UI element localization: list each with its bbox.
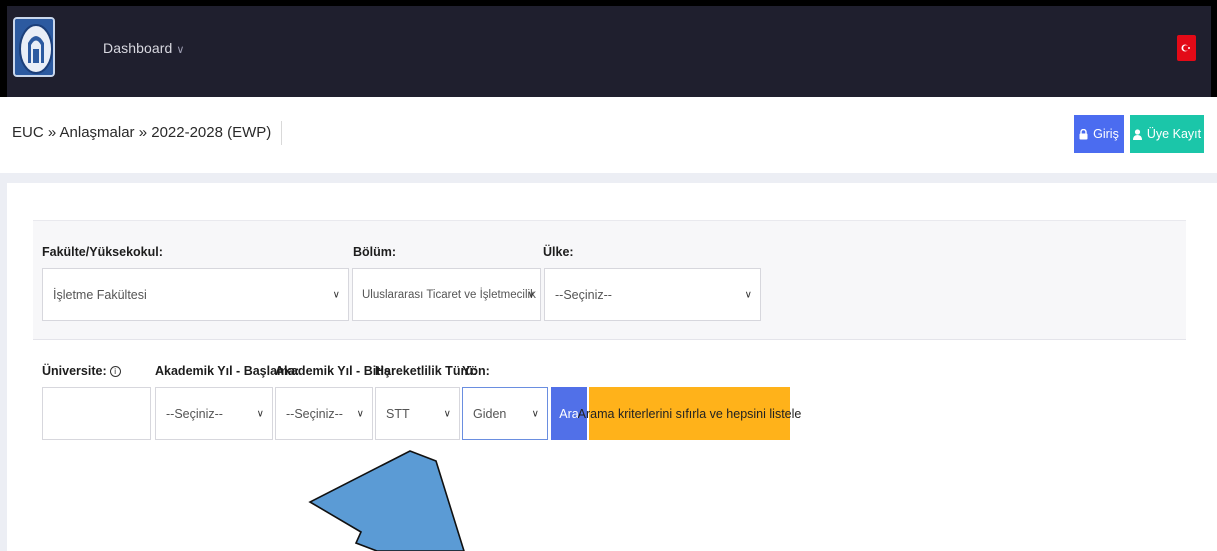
faculty-select-value: İşletme Fakültesi <box>53 287 147 302</box>
end-year-select-value: --Seçiniz-- <box>286 406 343 421</box>
navbar-inner <box>7 6 1211 97</box>
chevron-down-icon: ∨ <box>356 408 364 419</box>
info-icon[interactable]: i <box>109 366 121 377</box>
register-button[interactable]: Üye Kayıt <box>1130 115 1204 153</box>
chevron-down-icon: ∨ <box>443 408 451 419</box>
department-label: Bölüm: <box>353 245 397 259</box>
faculty-select[interactable]: İşletme Fakültesi ∨ <box>42 268 349 321</box>
mobility-type-select[interactable]: STT ∨ <box>375 387 460 440</box>
reset-and-list-all-button[interactable]: Arama kriterlerini sıfırla ve hepsini li… <box>578 387 801 440</box>
country-select-value: --Seçiniz-- <box>555 287 612 302</box>
start-year-select[interactable]: --Seçiniz-- ∨ <box>155 387 273 440</box>
mobility-type-select-value: STT <box>386 406 410 421</box>
chevron-down-icon: ∨ <box>256 408 264 419</box>
department-select-value: Uluslararası Ticaret ve İşletmecilik <box>362 288 536 301</box>
direction-label: Yön: <box>462 364 490 378</box>
university-input[interactable] <box>42 387 151 440</box>
breadcrumb: EUC » Anlaşmalar » 2022-2028 (EWP) <box>12 121 283 145</box>
direction-select-value: Giden <box>473 406 507 421</box>
login-label: Giriş <box>1093 127 1119 141</box>
university-label-text: Üniversite: <box>42 364 107 378</box>
user-icon <box>1132 128 1142 140</box>
chevron-down-icon: ∨ <box>176 44 185 56</box>
chevron-down-icon: ∨ <box>527 289 535 300</box>
end-year-select[interactable]: --Seçiniz-- ∨ <box>275 387 373 440</box>
register-label: Üye Kayıt <box>1146 127 1202 141</box>
department-select[interactable]: Uluslararası Ticaret ve İşletmecilik ∨ <box>352 268 541 321</box>
chevron-down-icon: ∨ <box>531 408 539 419</box>
turkish-flag-icon[interactable] <box>1177 35 1196 61</box>
start-year-select-value: --Seçiniz-- <box>166 406 223 421</box>
nav-dashboard[interactable]: Dashboard ∨ <box>103 40 185 56</box>
nav-dashboard-label: Dashboard <box>103 40 173 56</box>
chevron-down-icon: ∨ <box>332 289 340 300</box>
country-select[interactable]: --Seçiniz-- ∨ <box>544 268 761 321</box>
login-button[interactable]: Giriş <box>1074 115 1124 153</box>
breadcrumb-bar: EUC » Anlaşmalar » 2022-2028 (EWP) Giriş… <box>0 97 1217 173</box>
chevron-down-icon: ∨ <box>744 289 752 300</box>
university-label: Üniversite: i <box>42 364 121 378</box>
faculty-label: Fakülte/Yüksekokul: <box>42 245 163 259</box>
lock-icon <box>1079 128 1088 139</box>
direction-select[interactable]: Giden ∨ <box>462 387 548 440</box>
country-label: Ülke: <box>543 245 574 259</box>
university-logo[interactable] <box>13 17 55 77</box>
